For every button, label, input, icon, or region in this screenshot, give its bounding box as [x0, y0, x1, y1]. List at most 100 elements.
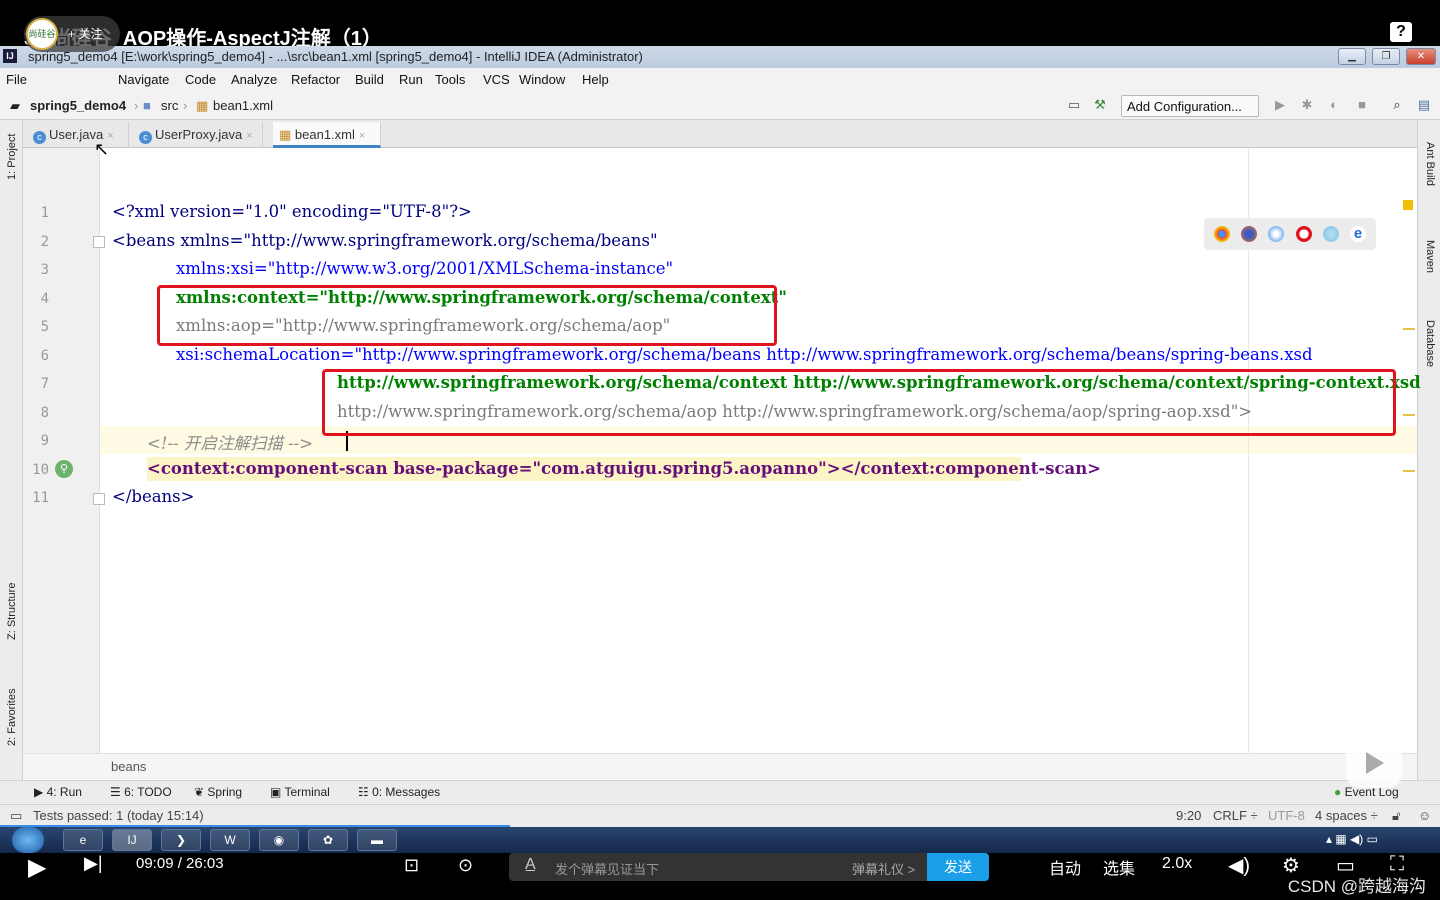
danmu-settings-icon[interactable]: ⊙ [458, 855, 473, 876]
ant-build-tool-button[interactable]: Ant Build [1424, 142, 1436, 186]
uploader-follow-badge[interactable]: 尚硅谷 + 关注 [24, 16, 120, 52]
menu-vcs[interactable]: VCS [483, 72, 510, 87]
danmu-toggle-icon[interactable]: ⊡ [404, 855, 419, 876]
code-line-9-comment: <!-- 开启注解扫描 --> [147, 434, 314, 453]
line-separator[interactable]: CRLF ÷ [1213, 808, 1258, 823]
run-icon[interactable]: ▶ [1272, 97, 1288, 113]
file-encoding[interactable]: UTF-8 [1268, 808, 1305, 823]
help-icon[interactable]: ? [1390, 22, 1412, 42]
next-icon[interactable]: ▶| [84, 853, 103, 874]
database-tool-button[interactable]: Database [1424, 320, 1436, 367]
safari-icon[interactable] [1268, 226, 1284, 242]
code-line-6: xsi:schemaLocation="http://www.springfra… [176, 345, 1313, 364]
coverage-icon[interactable]: ◐ [1326, 97, 1342, 113]
speed-button[interactable]: 2.0x [1162, 855, 1192, 873]
ie-icon[interactable] [1323, 226, 1339, 242]
quality-button[interactable]: 自动 [1049, 855, 1081, 879]
spring-bean-gutter-icon[interactable]: ⚲ [55, 460, 73, 478]
send-button[interactable]: 发送 [927, 853, 989, 881]
indent-setting[interactable]: 4 spaces ÷ [1315, 808, 1378, 823]
error-stripe-mark[interactable] [1403, 328, 1415, 330]
danmu-input[interactable]: A̲ 发个弹幕见证当下 弹幕礼仪 > 发送 [509, 853, 989, 881]
search-icon[interactable]: ⌕ [1389, 97, 1405, 113]
opera-icon[interactable] [1296, 226, 1312, 242]
volume-icon[interactable]: ◀) [1228, 853, 1250, 878]
danmu-style-icon[interactable]: A̲ [525, 856, 536, 874]
code-editor[interactable]: 1 2 3 4 5 6 7 8 9 10 11 ⚲ <?xml version=… [23, 148, 1421, 753]
error-stripe-mark[interactable] [1403, 470, 1415, 472]
video-player-controls: ▶ ▶| 09:09 / 26:03 ⊡ ⊙ A̲ 发个弹幕见证当下 弹幕礼仪 … [0, 853, 1440, 900]
inspector-icon[interactable]: ☺ [1418, 808, 1431, 823]
menu-tools[interactable]: Tools [435, 72, 465, 87]
spring-tool-button[interactable]: ❦ Spring [194, 785, 242, 799]
terminal-tool-label: Terminal [284, 785, 330, 799]
menu-file[interactable]: File [6, 72, 27, 87]
todo-tool-button[interactable]: ☰ 6: TODO [110, 785, 172, 799]
line-number: 11 [32, 490, 49, 506]
chrome-taskbar-icon[interactable]: ◉ [259, 829, 299, 851]
chrome-icon[interactable] [1214, 226, 1230, 242]
menu-code[interactable]: Code [185, 72, 216, 87]
structure-tool-button[interactable]: Z: Structure [6, 583, 18, 640]
tool-window-toggle-icon[interactable]: ▭ [10, 808, 22, 824]
add-configuration-button[interactable]: Add Configuration... [1121, 95, 1259, 117]
messages-tool-button[interactable]: ☷ 0: Messages [358, 785, 440, 799]
stop-icon[interactable]: ■ [1354, 97, 1370, 113]
close-window-button[interactable]: ✕ [1406, 48, 1436, 65]
error-stripe-mark[interactable] [1403, 414, 1415, 416]
menu-analyze[interactable]: Analyze [231, 72, 277, 87]
close-tab-icon[interactable]: × [246, 130, 252, 142]
build-hammer-icon[interactable]: ⚒ [1092, 97, 1108, 113]
tool-taskbar-icon[interactable]: ✿ [308, 829, 348, 851]
play-icon[interactable]: ▶ [28, 853, 46, 882]
menu-navigate[interactable]: Navigate [118, 72, 169, 87]
project-tool-button[interactable]: 1: Project [6, 134, 18, 180]
tray-icons[interactable]: ▴ ▦ ◀) ▭ [1326, 832, 1378, 846]
minimize-button[interactable]: ▁ [1338, 48, 1366, 65]
tab-user-java[interactable]: c User.java × [27, 122, 129, 148]
frame-icon[interactable]: ▭ [1066, 97, 1082, 113]
menu-help[interactable]: Help [582, 72, 609, 87]
fold-marker-icon[interactable] [93, 493, 105, 505]
firefox-icon[interactable] [1241, 226, 1257, 242]
code-line-3: xmlns:xsi="http://www.w3.org/2001/XMLSch… [176, 259, 674, 278]
intellij-taskbar-icon[interactable]: IJ [112, 829, 152, 851]
tab-userproxy-java[interactable]: c UserProxy.java × [133, 122, 263, 148]
uploader-avatar[interactable]: 尚硅谷 [26, 18, 58, 50]
xml-file-icon: ▦ [196, 98, 209, 113]
editor-breadcrumb[interactable]: beans [111, 759, 146, 774]
menu-refactor[interactable]: Refactor [291, 72, 340, 87]
word-taskbar-icon[interactable]: W [210, 829, 250, 851]
inspection-status-icon[interactable] [1403, 200, 1413, 210]
project-structure-icon[interactable]: ▤ [1416, 97, 1432, 113]
bilibili-play-overlay-icon[interactable] [1346, 738, 1402, 788]
caret-position[interactable]: 9:20 [1176, 808, 1201, 823]
menu-run[interactable]: Run [399, 72, 423, 87]
close-tab-icon[interactable]: × [359, 130, 365, 142]
maximize-button[interactable]: ❐ [1372, 48, 1400, 65]
danmu-etiquette-link[interactable]: 弹幕礼仪 > [852, 859, 915, 878]
tab-bean1-xml[interactable]: ▦ bean1.xml × [273, 122, 381, 148]
fold-marker-icon[interactable] [93, 236, 105, 248]
run-tool-button[interactable]: ▶ 4: Run [34, 785, 82, 799]
maven-tool-button[interactable]: Maven [1424, 240, 1436, 273]
editor-tabs: c User.java × c UserProxy.java × ▦ bean1.xml… [23, 120, 1417, 148]
menu-window[interactable]: Window [519, 72, 565, 87]
terminal-tool-button[interactable]: ▣ Terminal [270, 785, 330, 799]
edge-icon[interactable]: e [1350, 226, 1366, 242]
start-button-icon[interactable] [12, 827, 44, 853]
favorites-tool-button[interactable]: 2: Favorites [6, 689, 18, 746]
tests-status[interactable]: Tests passed: 1 (today 15:14) [33, 808, 204, 823]
follow-button[interactable]: + 关注 [68, 25, 102, 42]
breadcrumb-project[interactable]: spring5_demo4 [30, 98, 126, 113]
explorer-taskbar-icon[interactable]: ▬ [357, 829, 397, 851]
menu-build[interactable]: Build [355, 72, 384, 87]
episodes-button[interactable]: 选集 [1103, 855, 1135, 879]
app-taskbar-icon[interactable]: ❯ [161, 829, 201, 851]
lock-icon[interactable]: 🔓︎ [1392, 808, 1400, 824]
breadcrumb-file[interactable]: bean1.xml [213, 98, 273, 113]
ie-taskbar-icon[interactable]: e [63, 829, 103, 851]
debug-icon[interactable]: ✱ [1299, 97, 1315, 113]
tab-label: bean1.xml [294, 127, 355, 142]
breadcrumb-folder[interactable]: src [161, 98, 178, 113]
